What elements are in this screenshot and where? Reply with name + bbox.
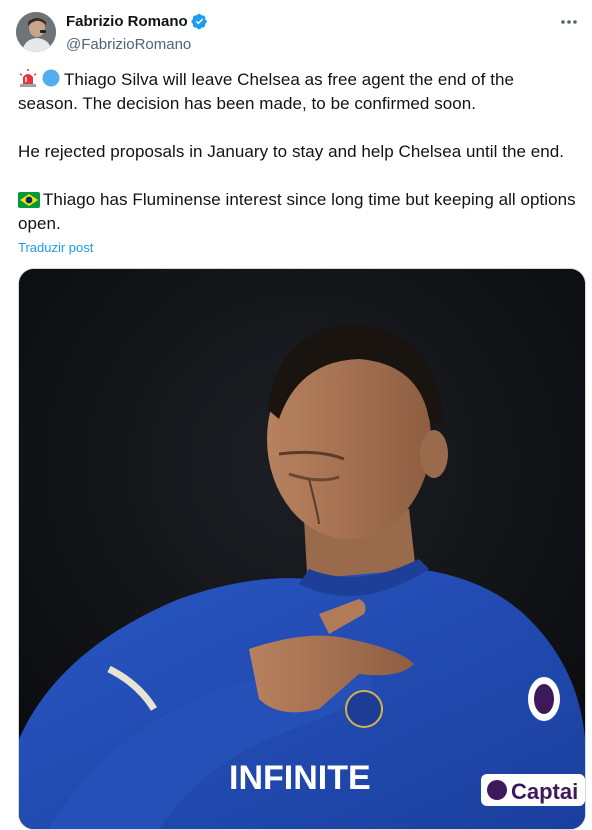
rotating-light-icon xyxy=(19,69,37,87)
verified-badge-icon xyxy=(191,13,207,30)
tweet-paragraph-1: Thiago Silva will leave Chelsea as free … xyxy=(18,68,578,116)
avatar[interactable] xyxy=(16,12,56,52)
tweet-text: Thiago Silva will leave Chelsea as free … xyxy=(18,68,578,236)
author-name[interactable]: Fabrizio Romano xyxy=(66,13,188,30)
paragraph-1-text: Thiago Silva will leave Chelsea as free … xyxy=(18,70,514,113)
avatar-image xyxy=(16,12,56,52)
tweet: Fabrizio Romano @FabrizioRomano Thiago S… xyxy=(0,0,592,830)
brazil-flag-icon xyxy=(18,192,40,208)
player-photo: INFINITE Captai xyxy=(19,269,585,829)
paragraph-3-text: Thiago has Fluminense interest since lon… xyxy=(18,190,576,233)
blue-circle-icon xyxy=(42,69,60,87)
author-name-row: Fabrizio Romano xyxy=(66,13,208,30)
shirt-sponsor: INFINITE xyxy=(229,759,371,797)
more-options-icon[interactable] xyxy=(558,12,580,32)
post-image[interactable]: INFINITE Captai xyxy=(18,268,586,830)
tweet-paragraph-2: He rejected proposals in January to stay… xyxy=(18,142,565,161)
league-badge-icon xyxy=(528,677,560,721)
tweet-paragraph-3: Thiago has Fluminense interest since lon… xyxy=(18,188,578,236)
armband-text: Captai xyxy=(511,779,578,804)
club-badge-icon xyxy=(345,690,383,728)
author-handle[interactable]: @FabrizioRomano xyxy=(66,36,191,53)
translate-post-link[interactable]: Traduzir post xyxy=(18,240,93,255)
